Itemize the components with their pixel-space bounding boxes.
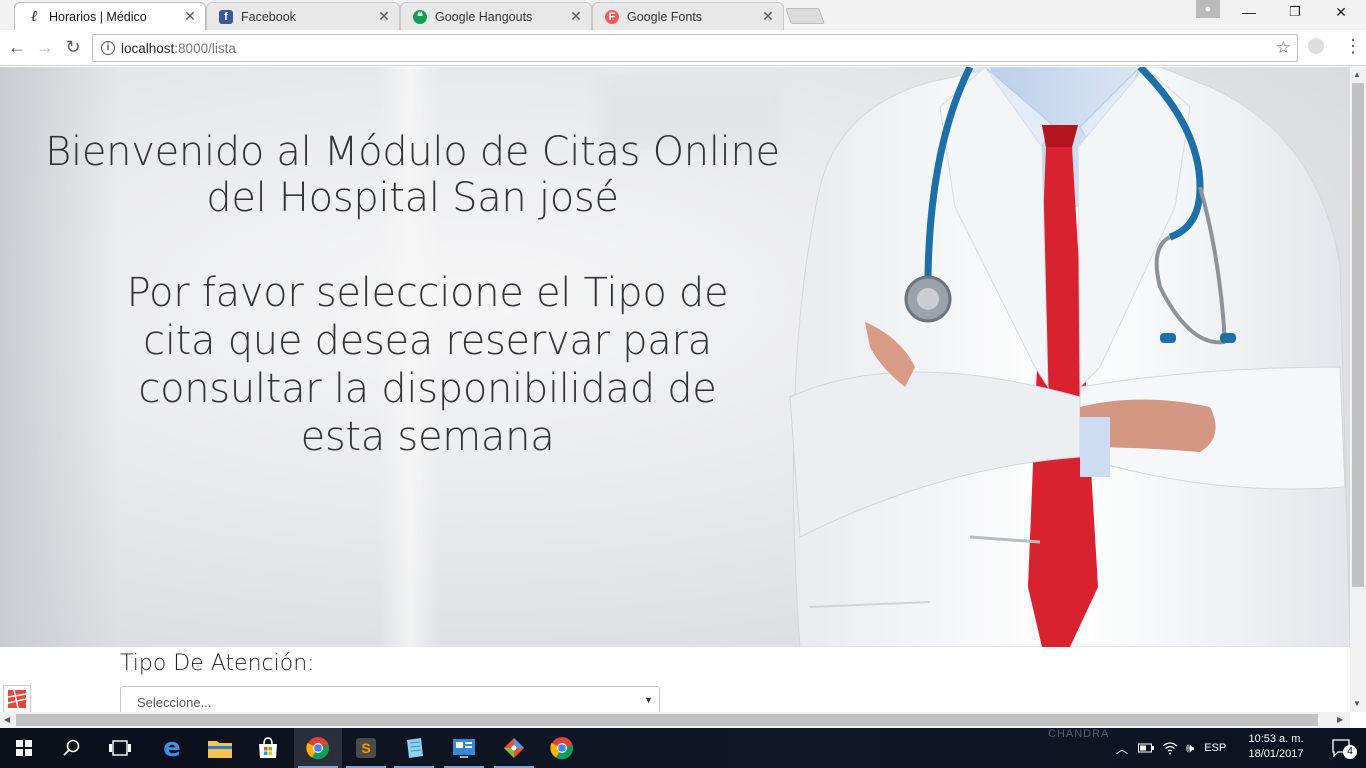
clock-time: 10:53 a. m. bbox=[1248, 733, 1304, 745]
url-text[interactable]: localhost:8000/lista bbox=[121, 41, 236, 56]
scrollbar-thumb[interactable] bbox=[16, 714, 1318, 726]
facebook-icon: f bbox=[219, 9, 233, 24]
browser-toolbar: ← → ↻ i localhost:8000/lista ☆ bbox=[0, 30, 1366, 66]
tab-title: Facebook bbox=[241, 9, 296, 24]
user-profile-icon[interactable]: ● bbox=[1196, 0, 1220, 18]
horizontal-scrollbar[interactable]: ◀ ▶ bbox=[0, 712, 1350, 728]
windows-taskbar: e S CHANDRA ︿ 🕪 ESP 10:53 a. m. 18/01/20… bbox=[0, 728, 1366, 768]
select-value: Seleccione... bbox=[137, 695, 212, 710]
extension-icon[interactable] bbox=[1308, 38, 1324, 54]
bookmark-star-icon[interactable]: ☆ bbox=[1276, 38, 1291, 58]
minimize-icon[interactable]: — bbox=[1226, 4, 1272, 20]
network-app-icon[interactable] bbox=[440, 728, 488, 768]
scroll-down-icon[interactable]: ▼ bbox=[1353, 699, 1361, 708]
windows-start-icon[interactable] bbox=[0, 728, 48, 768]
store-icon[interactable] bbox=[244, 728, 292, 768]
address-bar[interactable]: i localhost:8000/lista ☆ bbox=[92, 34, 1298, 62]
floating-widget-icon[interactable] bbox=[3, 685, 31, 712]
reload-icon[interactable]: ↻ bbox=[62, 38, 84, 56]
tab-hangouts[interactable]: ❝ Google Hangouts ✕ bbox=[400, 2, 592, 30]
info-icon[interactable]: i bbox=[101, 41, 115, 55]
caret-down-icon: ▼ bbox=[644, 695, 653, 705]
edge-icon[interactable]: e bbox=[148, 728, 196, 768]
chevron-up-icon[interactable]: ︿ bbox=[1116, 740, 1128, 757]
file-explorer-icon[interactable] bbox=[196, 728, 244, 768]
tab-title: Horarios | Médico bbox=[49, 9, 147, 24]
restore-icon[interactable]: ❐ bbox=[1272, 4, 1318, 20]
search-icon[interactable] bbox=[48, 728, 96, 768]
clock[interactable]: 10:53 a. m. 18/01/2017 bbox=[1240, 732, 1312, 762]
appointment-form: Tipo De Atención: Seleccione... ▼ bbox=[0, 647, 1350, 712]
sublime-text-icon[interactable]: S bbox=[342, 728, 390, 768]
task-view-icon[interactable] bbox=[96, 728, 144, 768]
instruction-text: Por favor seleccione el Tipo de cita que… bbox=[126, 270, 729, 460]
attention-type-label: Tipo De Atención: bbox=[120, 651, 315, 676]
scroll-left-icon[interactable]: ◀ bbox=[4, 715, 10, 724]
forward-arrow-icon[interactable]: → bbox=[34, 38, 56, 56]
red-pattern-icon bbox=[7, 689, 27, 709]
scroll-right-icon[interactable]: ▶ bbox=[1337, 715, 1343, 724]
desktop-watermark: CHANDRA bbox=[1048, 728, 1110, 740]
close-icon[interactable]: ✕ bbox=[569, 8, 583, 25]
scroll-up-icon[interactable]: ▲ bbox=[1353, 70, 1361, 79]
wifi-icon[interactable] bbox=[1162, 741, 1178, 755]
back-arrow-icon[interactable]: ← bbox=[6, 38, 28, 56]
tab-facebook[interactable]: f Facebook ✕ bbox=[206, 2, 400, 30]
chrome-taskbar-icon[interactable] bbox=[294, 728, 342, 768]
svg-text:S: S bbox=[361, 740, 370, 756]
attention-type-select[interactable]: Seleccione... ▼ bbox=[120, 686, 660, 712]
scrollbar-thumb[interactable] bbox=[1352, 83, 1364, 587]
chrome-alt-icon[interactable] bbox=[538, 728, 586, 768]
notepad-icon[interactable] bbox=[390, 728, 438, 768]
tab-title: Google Fonts bbox=[627, 9, 703, 24]
script-l-icon: ℓ bbox=[30, 7, 38, 25]
vertical-scrollbar[interactable]: ▲ ▼ bbox=[1350, 67, 1366, 712]
doctor-image bbox=[789, 67, 1350, 647]
url-path: :8000/lista bbox=[174, 41, 236, 56]
notification-count-badge: 4 bbox=[1343, 745, 1357, 759]
tab-horarios[interactable]: ℓ Horarios | Médico ✕ bbox=[14, 2, 206, 30]
menu-kebab-icon[interactable]: ⋮ bbox=[1344, 36, 1362, 56]
url-host: localhost bbox=[121, 41, 175, 56]
welcome-heading: Bienvenido al Módulo de Citas Online del… bbox=[45, 129, 780, 221]
close-icon[interactable]: ✕ bbox=[761, 8, 775, 25]
system-tray: ︿ 🕪 ESP bbox=[1116, 728, 1226, 768]
tab-google-fonts[interactable]: F Google Fonts ✕ bbox=[592, 2, 784, 30]
hangouts-icon: ❝ bbox=[413, 9, 427, 24]
google-fonts-icon: F bbox=[605, 9, 619, 24]
battery-icon[interactable] bbox=[1138, 742, 1155, 754]
hero-banner: Bienvenido al Módulo de Citas Online del… bbox=[0, 67, 1350, 647]
new-tab-button[interactable] bbox=[785, 8, 825, 24]
tab-title: Google Hangouts bbox=[435, 9, 533, 24]
close-icon[interactable]: ✕ bbox=[183, 8, 197, 25]
page-viewport: Bienvenido al Módulo de Citas Online del… bbox=[0, 67, 1350, 712]
language-indicator[interactable]: ESP bbox=[1204, 742, 1226, 754]
volume-icon[interactable]: 🕪 bbox=[1186, 740, 1194, 756]
tab-strip: ℓ Horarios | Médico ✕ f Facebook ✕ ❝ Goo… bbox=[0, 0, 1366, 30]
window-close-icon[interactable]: ✕ bbox=[1318, 4, 1364, 21]
clock-date: 18/01/2017 bbox=[1248, 748, 1304, 760]
action-center-icon[interactable]: 4 bbox=[1318, 728, 1366, 768]
git-icon[interactable] bbox=[490, 728, 538, 768]
close-icon[interactable]: ✕ bbox=[377, 8, 391, 25]
